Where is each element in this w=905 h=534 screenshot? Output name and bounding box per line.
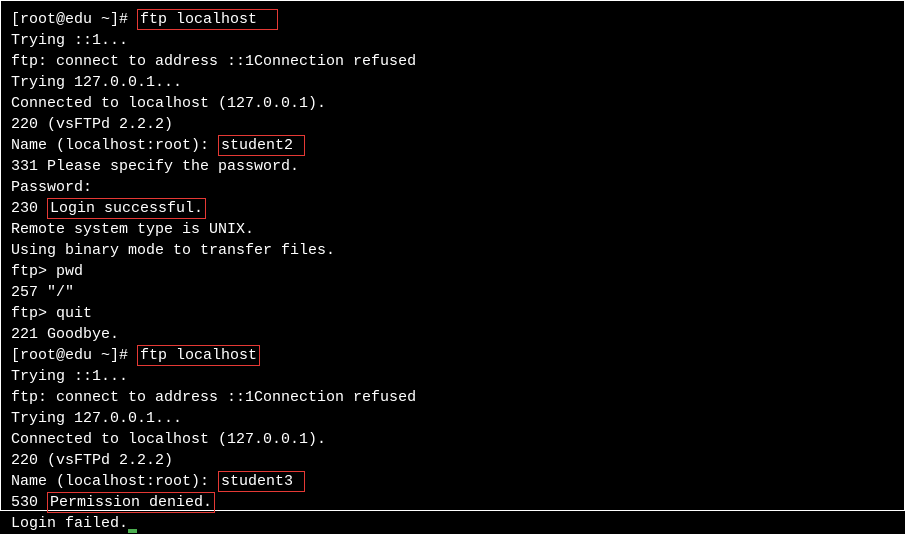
terminal-line: ftp: connect to address ::1Connection re…: [11, 387, 894, 408]
highlight-login-success: Login successful.: [47, 198, 206, 219]
terminal-line: 221 Goodbye.: [11, 324, 894, 345]
terminal-line: Remote system type is UNIX.: [11, 219, 894, 240]
highlight-permission-denied: Permission denied.: [47, 492, 215, 513]
terminal-line: Password:: [11, 177, 894, 198]
terminal-line: Trying ::1...: [11, 366, 894, 387]
response-code: 530: [11, 494, 47, 511]
terminal-line: 257 "/": [11, 282, 894, 303]
terminal-line: 331 Please specify the password.: [11, 156, 894, 177]
terminal-line: ftp: connect to address ::1Connection re…: [11, 51, 894, 72]
terminal-line: ftp> quit: [11, 303, 894, 324]
terminal-line: Connected to localhost (127.0.0.1).: [11, 93, 894, 114]
terminal-line: Using binary mode to transfer files.: [11, 240, 894, 261]
terminal-line: [root@edu ~]# ftp localhost: [11, 9, 894, 30]
highlight-username: student3: [218, 471, 305, 492]
terminal-line: 230 Login successful.: [11, 198, 894, 219]
highlight-command: ftp localhost: [137, 345, 260, 366]
login-failed-text: Login failed.: [11, 515, 128, 532]
terminal-line: 220 (vsFTPd 2.2.2): [11, 114, 894, 135]
terminal-line: [root@edu ~]# ftp localhost: [11, 345, 894, 366]
response-code: 230: [11, 200, 47, 217]
highlight-command: ftp localhost: [137, 9, 278, 30]
terminal-line: Trying 127.0.0.1...: [11, 72, 894, 93]
terminal-line: Trying 127.0.0.1...: [11, 408, 894, 429]
name-prompt: Name (localhost:root):: [11, 137, 218, 154]
terminal-line: Trying ::1...: [11, 30, 894, 51]
terminal-line: 530 Permission denied.: [11, 492, 894, 513]
terminal-cursor[interactable]: [128, 529, 137, 533]
terminal-line: Login failed.: [11, 513, 894, 534]
terminal-line: Name (localhost:root): student3: [11, 471, 894, 492]
shell-prompt: [root@edu ~]#: [11, 347, 137, 364]
shell-prompt: [root@edu ~]#: [11, 11, 137, 28]
terminal-line: Name (localhost:root): student2: [11, 135, 894, 156]
terminal-line: 220 (vsFTPd 2.2.2): [11, 450, 894, 471]
highlight-username: student2: [218, 135, 305, 156]
name-prompt: Name (localhost:root):: [11, 473, 218, 490]
terminal-line: ftp> pwd: [11, 261, 894, 282]
terminal-line: Connected to localhost (127.0.0.1).: [11, 429, 894, 450]
